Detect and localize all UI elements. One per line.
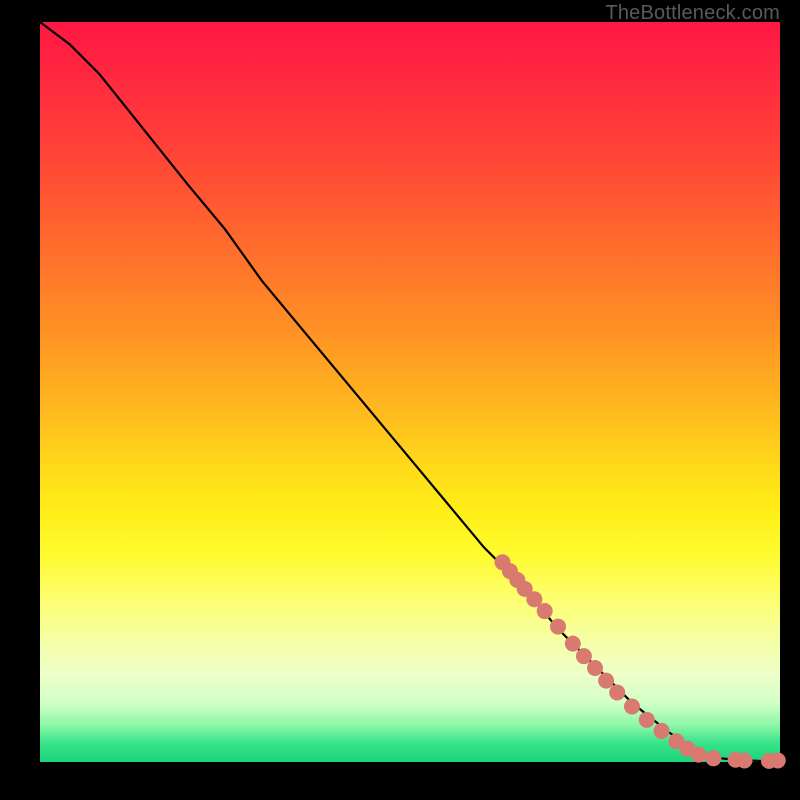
data-marker — [537, 603, 553, 619]
data-marker — [576, 648, 592, 664]
curve-path — [40, 22, 780, 761]
data-marker — [609, 684, 625, 700]
data-marker — [705, 750, 721, 766]
data-marker — [639, 712, 655, 728]
data-marker — [587, 660, 603, 676]
data-marker — [550, 619, 566, 635]
data-marker — [654, 723, 670, 739]
data-marker — [624, 699, 640, 715]
chart-svg — [40, 22, 780, 762]
chart-frame: TheBottleneck.com — [0, 0, 800, 800]
plot-area — [40, 22, 780, 762]
markers-group — [495, 554, 786, 769]
data-marker — [736, 753, 752, 769]
data-marker — [565, 636, 581, 652]
data-marker — [770, 753, 786, 769]
data-marker — [691, 747, 707, 763]
data-marker — [598, 673, 614, 689]
